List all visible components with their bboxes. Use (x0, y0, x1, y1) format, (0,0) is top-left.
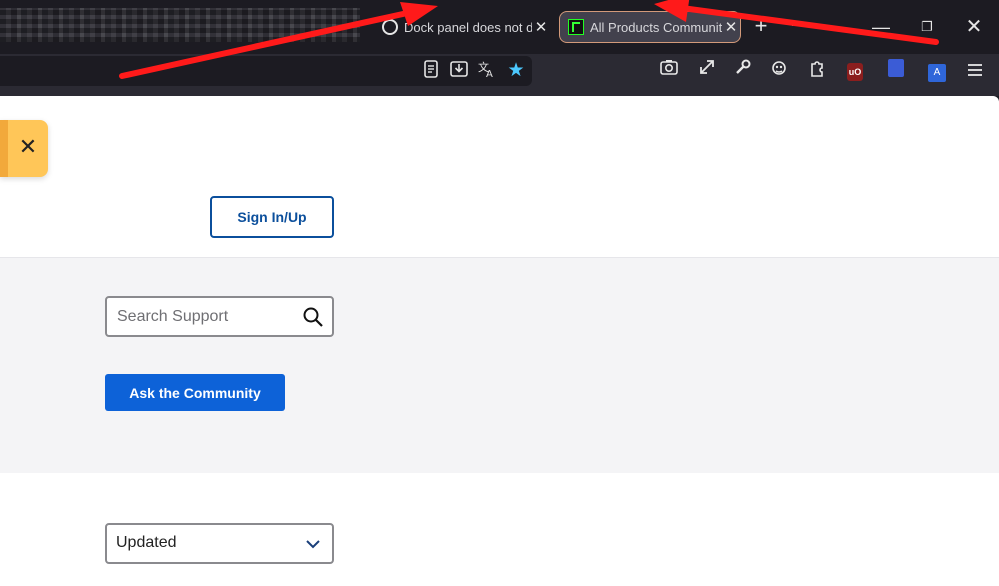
notification-toast: ✕ (0, 120, 48, 177)
ublock-icon[interactable]: uO (842, 59, 868, 83)
translate-ext-icon[interactable]: A (924, 59, 950, 83)
search-icon[interactable] (302, 306, 324, 328)
tab-close-icon[interactable]: ✕ (722, 18, 740, 36)
star-icon[interactable]: ★ (505, 60, 527, 82)
close-window-button[interactable]: ✕ (959, 12, 989, 42)
wrench-icon[interactable] (730, 59, 756, 83)
minimize-button[interactable]: — (866, 12, 896, 42)
sort-selected-value: Updated (116, 534, 177, 551)
screenshot-root: Dock panel does not di ✕ All Products Co… (0, 0, 999, 586)
search-box[interactable] (105, 296, 334, 337)
chevron-down-icon (304, 535, 322, 553)
expand-icon[interactable] (694, 59, 720, 83)
privacy-icon[interactable] (883, 59, 909, 83)
download-icon[interactable] (448, 60, 470, 82)
tab-all-products-community[interactable]: All Products Community ✕ (559, 11, 741, 43)
tab-dock-panel[interactable]: Dock panel does not di ✕ (378, 11, 550, 43)
jetbrains-icon (568, 19, 584, 35)
close-icon[interactable]: ✕ (15, 134, 41, 160)
new-tab-button[interactable]: + (751, 14, 771, 38)
search-section (0, 257, 999, 473)
restore-button[interactable]: ❐ (912, 12, 942, 42)
camera-icon[interactable] (656, 59, 682, 83)
translate-icon[interactable]: 文A (476, 60, 498, 82)
extension-fox-icon[interactable] (766, 59, 792, 83)
reader-view-icon[interactable] (420, 60, 442, 82)
menu-icon[interactable] (962, 59, 988, 83)
translate-ext-label: A (928, 64, 946, 82)
svg-text:A: A (486, 69, 493, 78)
tab-strip: Dock panel does not di ✕ All Products Co… (0, 0, 999, 54)
ublock-label: uO (847, 63, 863, 81)
ask-community-button[interactable]: Ask the Community (105, 374, 285, 411)
search-input[interactable] (117, 298, 297, 335)
sort-select[interactable]: Updated (105, 523, 334, 564)
web-page: ✕ Sign In/Up Ask the Community Updated (0, 96, 999, 586)
pixelated-tabs-region (0, 8, 360, 42)
toast-stripe (0, 120, 8, 177)
sign-in-button[interactable]: Sign In/Up (210, 196, 334, 238)
tab-title: Dock panel does not di (404, 19, 532, 35)
puzzle-icon[interactable] (804, 59, 830, 83)
github-icon (382, 19, 398, 35)
tab-title: All Products Community (590, 19, 722, 35)
list-all-tabs-button[interactable]: ⌄ (788, 16, 797, 29)
tab-close-icon[interactable]: ✕ (532, 18, 550, 36)
